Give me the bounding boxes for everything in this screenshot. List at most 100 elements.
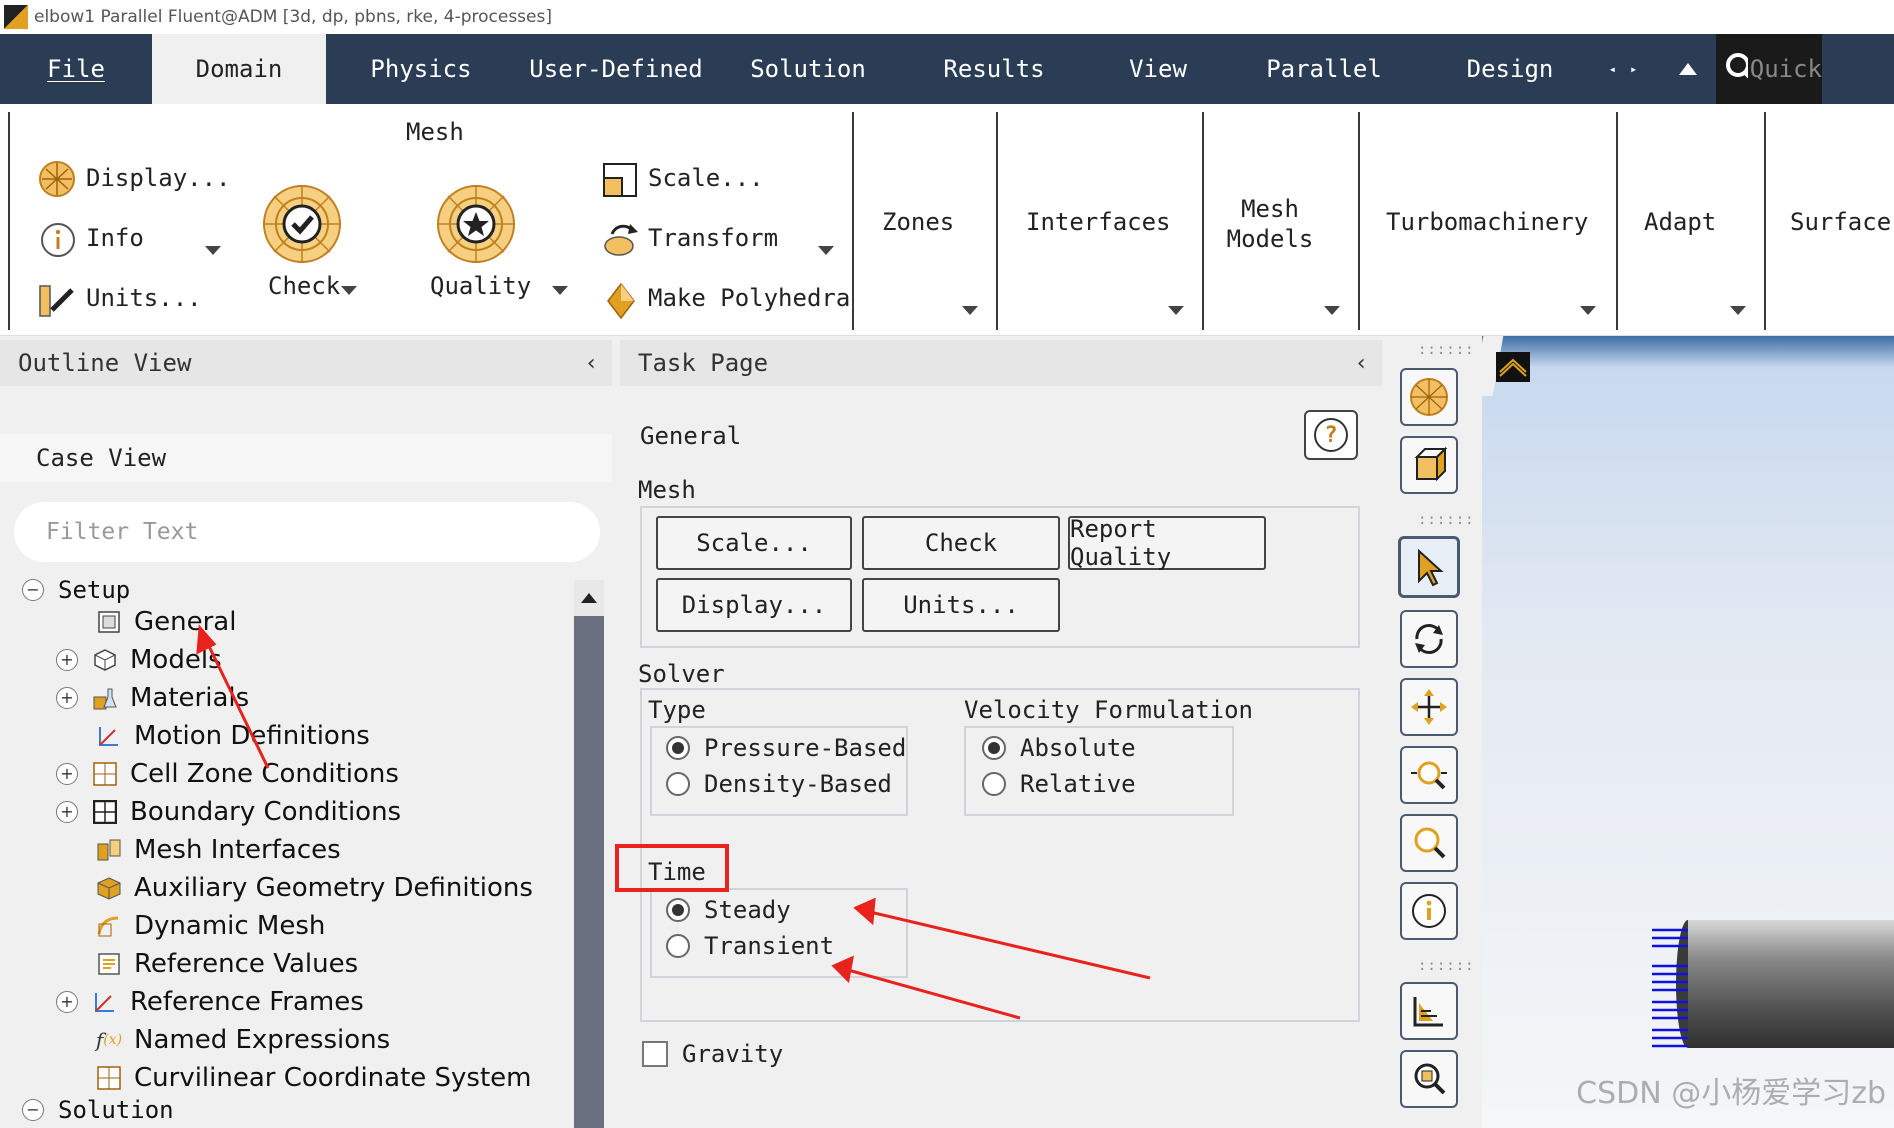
expand-icon[interactable]: + xyxy=(56,991,78,1013)
check-button[interactable]: Check xyxy=(862,516,1060,570)
radio-label: Pressure-Based xyxy=(704,734,907,762)
menu-user-defined[interactable]: User-Defined xyxy=(516,34,716,104)
make-polyhedra-button[interactable]: Make Polyhedra xyxy=(648,284,850,312)
expand-icon[interactable]: + xyxy=(56,801,78,823)
quality-dropdown-icon[interactable] xyxy=(552,286,568,295)
menu-file[interactable]: File xyxy=(0,34,152,104)
menu-scroll-arrows-icon[interactable]: ◂▸ xyxy=(1600,62,1660,76)
quick-search[interactable]: Quick xyxy=(1716,34,1822,104)
report-quality-button[interactable]: Report Quality xyxy=(1068,515,1266,571)
time-label: Time xyxy=(648,858,706,886)
units-button[interactable]: Units... xyxy=(862,578,1060,632)
view-setup-toolbar-button[interactable] xyxy=(1400,982,1458,1040)
menu-solution[interactable]: Solution xyxy=(716,34,900,104)
adapt-dropdown-icon[interactable] xyxy=(1730,306,1746,315)
radio-pressure-based[interactable]: Pressure-Based xyxy=(666,734,906,762)
radio-transient[interactable]: Transient xyxy=(666,932,834,960)
tree-item-motion-definitions[interactable]: Motion Definitions xyxy=(96,718,370,754)
radio-label: Absolute xyxy=(1020,734,1136,762)
ribbon-adapt[interactable]: Adapt xyxy=(1644,208,1716,236)
filter-text-input[interactable]: Filter Text xyxy=(14,502,600,562)
tree-item-reference-values[interactable]: Reference Values xyxy=(96,946,358,982)
expand-icon[interactable]: + xyxy=(56,763,78,785)
tree-item-boundary-conditions[interactable]: + Boundary Conditions xyxy=(56,794,401,830)
mesh-section-label: Mesh xyxy=(638,476,696,504)
ribbon-turbomachinery[interactable]: Turbomachinery xyxy=(1386,208,1588,236)
mesh-transform-button[interactable]: Transform xyxy=(648,224,778,252)
expand-icon[interactable]: + xyxy=(56,649,78,671)
pan-toolbar-button[interactable] xyxy=(1400,678,1458,736)
toolbar-grip: :::::: xyxy=(1418,512,1475,528)
zones-dropdown-icon[interactable] xyxy=(962,306,978,315)
mesh-models-dropdown-icon[interactable] xyxy=(1324,306,1340,315)
mesh-sphere-icon xyxy=(1410,378,1448,416)
transform-dropdown-icon[interactable] xyxy=(818,246,834,255)
help-button[interactable]: ? xyxy=(1304,410,1358,460)
tree-item-reference-frames[interactable]: + Reference Frames xyxy=(56,984,364,1020)
collapse-chevron-icon[interactable]: ‹ xyxy=(585,351,598,376)
outline-scrollbar[interactable] xyxy=(574,580,604,1128)
radio-relative[interactable]: Relative xyxy=(982,770,1136,798)
turbomachinery-dropdown-icon[interactable] xyxy=(1580,306,1596,315)
ribbon-collapse-icon[interactable] xyxy=(1660,34,1716,104)
mesh-display-toolbar-button[interactable] xyxy=(1400,368,1458,426)
probe-info-toolbar-button[interactable] xyxy=(1400,882,1458,940)
menu-design[interactable]: Design xyxy=(1420,34,1600,104)
radio-steady[interactable]: Steady xyxy=(666,896,791,924)
collapse-icon[interactable]: − xyxy=(22,579,44,601)
gravity-checkbox[interactable]: Gravity xyxy=(642,1040,783,1068)
tree-item-models[interactable]: + Models xyxy=(56,642,222,678)
mesh-quality-button[interactable]: Quality xyxy=(430,272,531,300)
collapse-icon[interactable]: − xyxy=(22,1099,44,1121)
ribbon-surface[interactable]: Surface xyxy=(1790,208,1891,236)
zoom-box-toolbar-button[interactable] xyxy=(1400,1050,1458,1108)
menu-file-label: File xyxy=(47,55,105,83)
tree-item-named-expressions[interactable]: f (x) Named Expressions xyxy=(96,1022,390,1058)
search-placeholder: Quick xyxy=(1749,55,1822,83)
tree-solution[interactable]: − Solution xyxy=(22,1092,174,1128)
check-dropdown-icon[interactable] xyxy=(341,286,357,295)
tree-setup[interactable]: − Setup xyxy=(22,572,130,608)
case-view-tab[interactable]: Case View xyxy=(0,434,612,482)
view-box-toolbar-button[interactable] xyxy=(1400,436,1458,494)
scroll-up-icon[interactable] xyxy=(574,580,604,616)
make-polyhedra-icon xyxy=(607,282,635,320)
ribbon-interfaces[interactable]: Interfaces xyxy=(1026,208,1171,236)
mesh-info-button[interactable]: Info xyxy=(86,224,144,252)
expand-icon[interactable]: + xyxy=(56,687,78,709)
zoom-icon xyxy=(1411,761,1447,790)
menu-parallel[interactable]: Parallel xyxy=(1228,34,1420,104)
menu-physics[interactable]: Physics xyxy=(326,34,516,104)
mesh-scale-button[interactable]: Scale... xyxy=(648,164,764,192)
info-dropdown-icon[interactable] xyxy=(205,246,221,255)
rotate-toolbar-button[interactable] xyxy=(1400,610,1458,668)
tree-item-curvilinear-coordinate-system[interactable]: Curvilinear Coordinate System xyxy=(96,1060,532,1096)
display-button[interactable]: Display... xyxy=(656,578,852,632)
mesh-display-button[interactable]: Display... xyxy=(86,164,231,192)
graphics-viewport[interactable]: CSDN @小杨爱学习zb xyxy=(1472,336,1894,1128)
mesh-units-button[interactable]: Units... xyxy=(86,284,202,312)
tree-item-label: Dynamic Mesh xyxy=(134,911,326,941)
zoom-to-fit-toolbar-button[interactable] xyxy=(1400,814,1458,872)
radio-absolute[interactable]: Absolute xyxy=(982,734,1136,762)
toolbar-grip: :::::: xyxy=(1418,958,1475,974)
tree-item-auxiliary-geometry[interactable]: Auxiliary Geometry Definitions xyxy=(96,870,533,906)
radio-density-based[interactable]: Density-Based xyxy=(666,770,892,798)
zoom-in-out-toolbar-button[interactable] xyxy=(1400,746,1458,804)
tree-item-general[interactable]: General xyxy=(96,604,236,640)
scale-button[interactable]: Scale... xyxy=(656,516,852,570)
tree-item-mesh-interfaces[interactable]: Mesh Interfaces xyxy=(96,832,341,868)
menu-view[interactable]: View xyxy=(1088,34,1228,104)
tree-item-dynamic-mesh[interactable]: Dynamic Mesh xyxy=(96,908,325,944)
collapse-chevron-icon[interactable]: ‹ xyxy=(1355,351,1368,376)
interfaces-dropdown-icon[interactable] xyxy=(1168,306,1184,315)
tree-item-cell-zone-conditions[interactable]: + Cell Zone Conditions xyxy=(56,756,399,792)
mesh-check-button[interactable]: Check xyxy=(268,272,340,300)
general-icon xyxy=(96,609,122,635)
ribbon-zones[interactable]: Zones xyxy=(882,208,954,236)
select-toolbar-button[interactable] xyxy=(1398,536,1460,598)
menu-results[interactable]: Results xyxy=(900,34,1088,104)
ribbon-mesh-models[interactable]: Mesh Models xyxy=(1210,194,1330,254)
tree-item-materials[interactable]: + Materials xyxy=(56,680,249,716)
menu-domain[interactable]: Domain xyxy=(152,34,326,104)
